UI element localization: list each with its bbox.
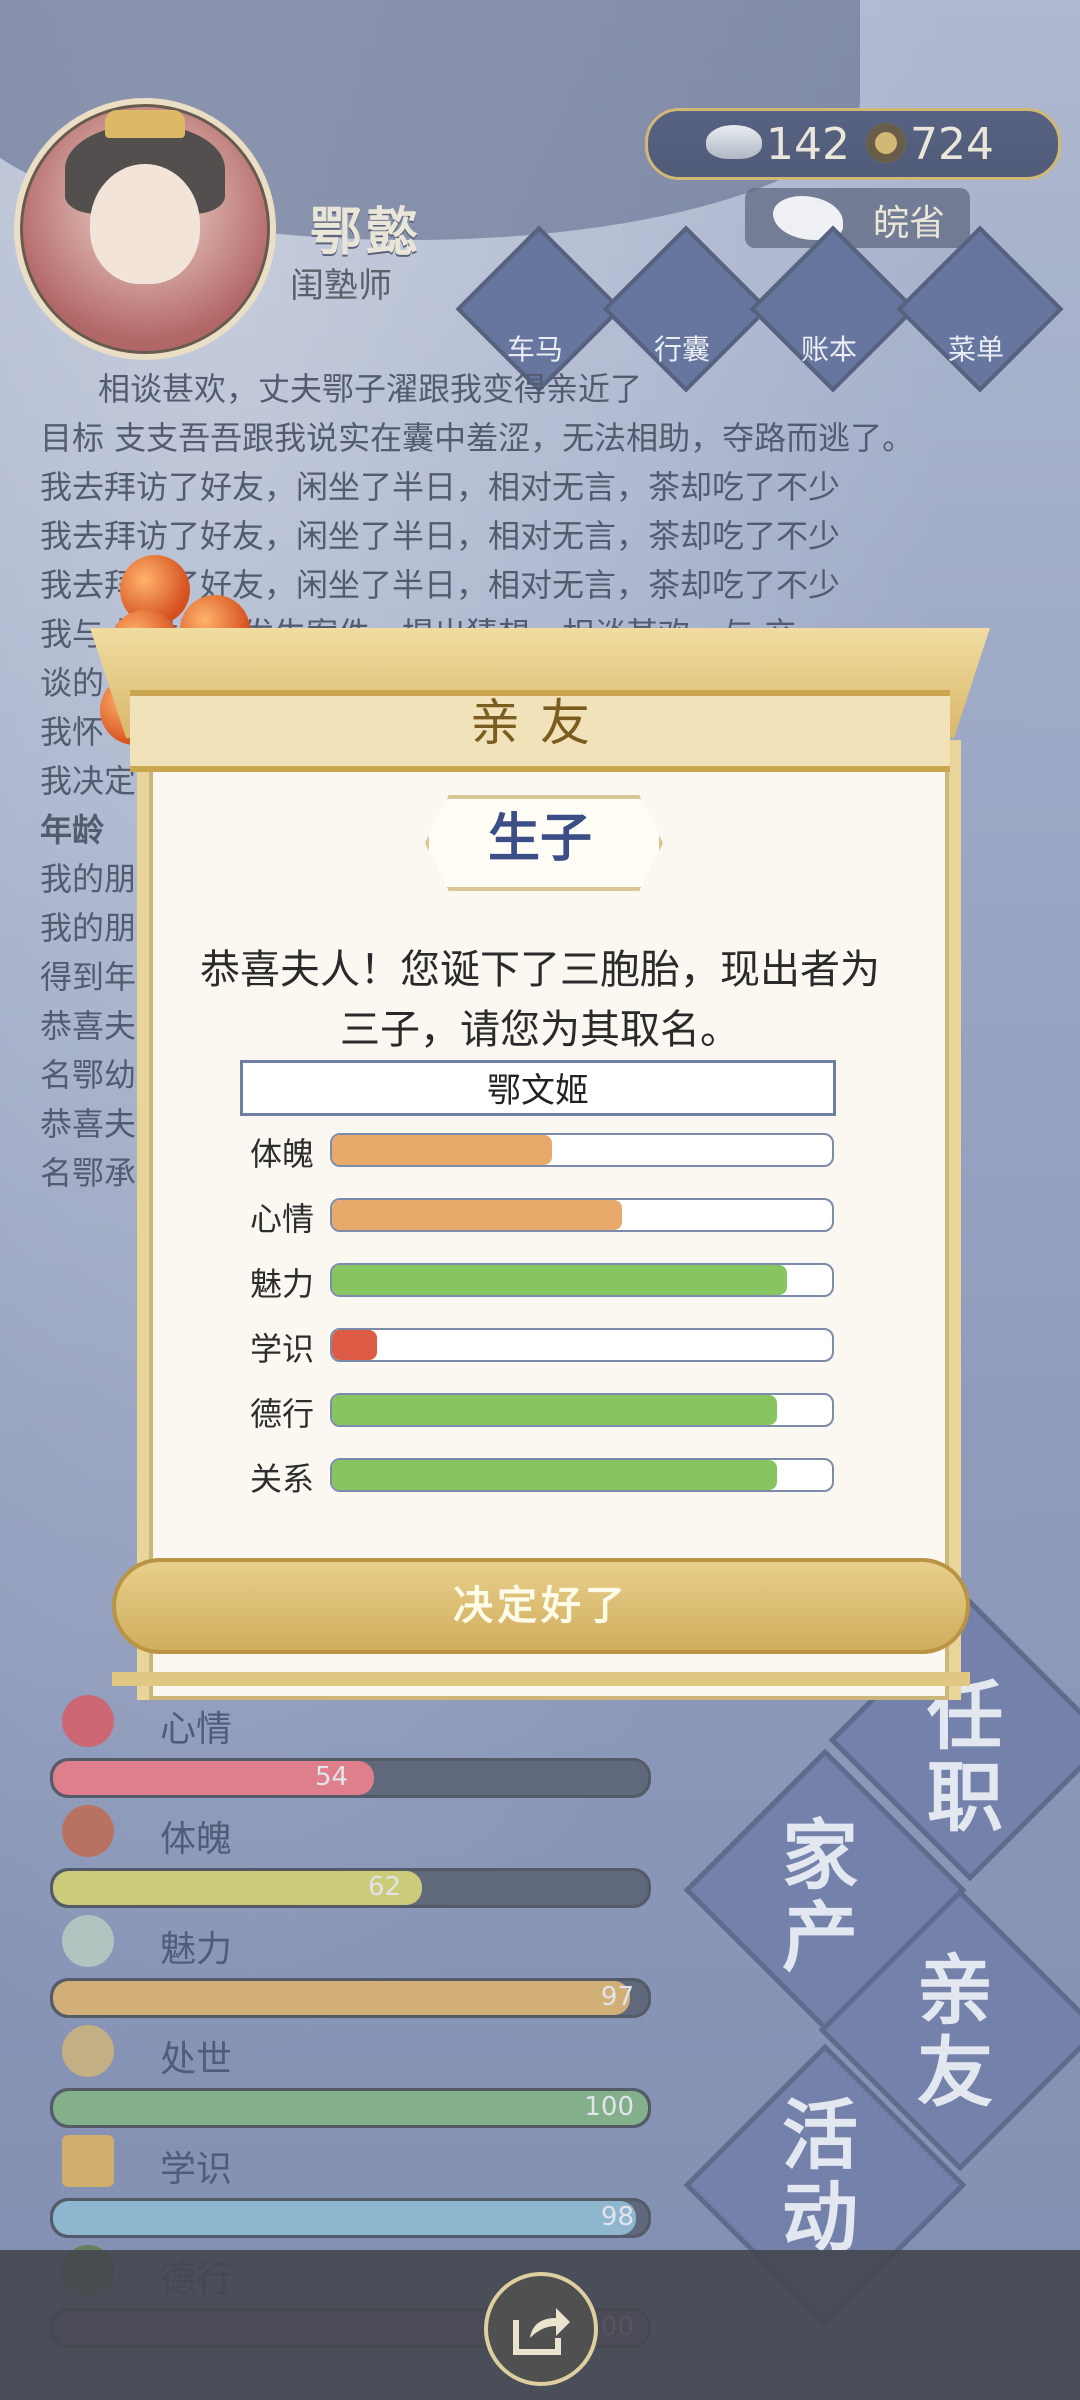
dialog-message: 恭喜夫人！您诞下了三胞胎，现出者为三子，请您为其取名。 xyxy=(200,947,880,1053)
attribute-row: 关系 xyxy=(250,1458,834,1498)
attribute-label: 学识 xyxy=(250,1330,315,1368)
dialog-footer xyxy=(112,1672,970,1686)
attribute-label: 魅力 xyxy=(250,1265,315,1303)
attribute-bar xyxy=(330,1133,834,1167)
attribute-label: 体魄 xyxy=(250,1135,315,1173)
attribute-bar xyxy=(330,1458,834,1492)
attribute-bar xyxy=(330,1393,834,1427)
attribute-row: 心情 xyxy=(250,1198,834,1238)
attribute-row: 学识 xyxy=(250,1328,834,1368)
attribute-row: 魅力 xyxy=(250,1263,834,1303)
attribute-fill xyxy=(332,1460,777,1490)
confirm-button[interactable]: 决定好了 xyxy=(112,1558,970,1654)
attribute-label: 德行 xyxy=(250,1395,315,1433)
attribute-fill xyxy=(332,1395,777,1425)
dialog-title: 亲友 xyxy=(470,694,610,752)
attribute-row: 德行 xyxy=(250,1393,834,1433)
attribute-bar xyxy=(330,1263,834,1297)
attribute-fill xyxy=(332,1200,622,1230)
attribute-fill xyxy=(332,1265,787,1295)
attribute-label: 心情 xyxy=(250,1200,315,1238)
attribute-row: 体魄 xyxy=(250,1133,834,1173)
attribute-bar xyxy=(330,1198,834,1232)
dialog-subtitle: 生子 xyxy=(487,809,592,869)
child-name-input[interactable]: 鄂文姬 xyxy=(240,1060,836,1116)
attribute-bar xyxy=(330,1328,834,1362)
attribute-fill xyxy=(332,1135,552,1165)
attribute-label: 关系 xyxy=(250,1460,315,1498)
attribute-fill xyxy=(332,1330,377,1360)
